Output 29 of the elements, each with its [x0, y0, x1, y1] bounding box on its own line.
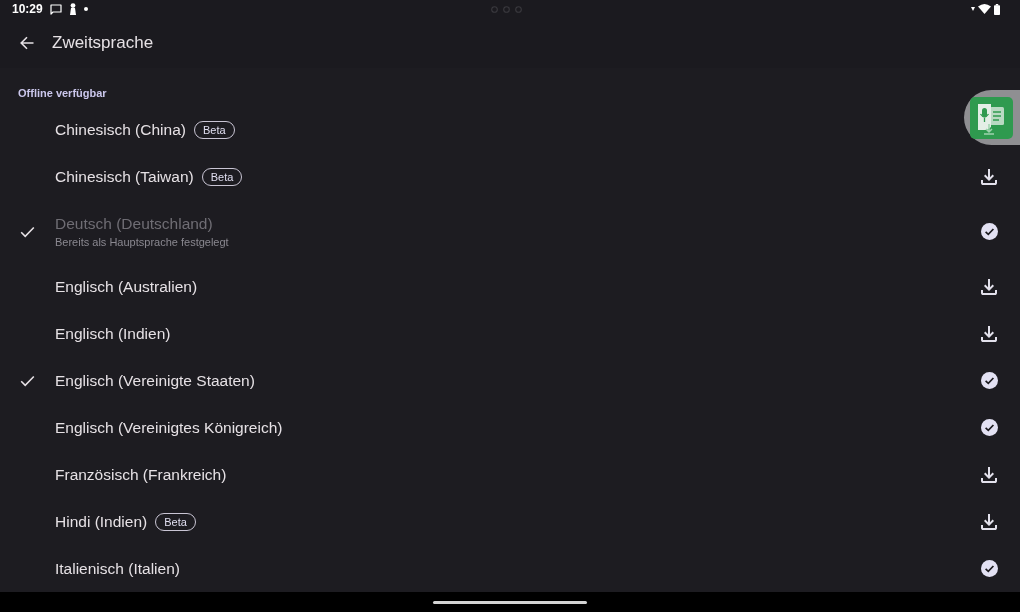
language-name[interactable]: Chinesisch (China): [55, 120, 186, 139]
voice-document-icon: [970, 96, 1013, 139]
home-handle[interactable]: [433, 600, 587, 604]
language-name[interactable]: Französisch (Frankreich): [55, 465, 227, 484]
download-icon[interactable]: [981, 513, 997, 530]
wifi-icon: [978, 4, 991, 14]
message-icon: [49, 3, 62, 15]
camera-dots-icon: [490, 5, 522, 13]
language-name[interactable]: Englisch (Australien): [55, 277, 198, 296]
page-title: Zweitsprache: [52, 33, 154, 53]
download-icon[interactable]: [981, 466, 997, 483]
section-header: Offline verfügbar: [17, 86, 108, 101]
back-button[interactable]: [18, 34, 36, 52]
back-arrow-icon: [20, 36, 34, 50]
language-name[interactable]: Hindi (Indien): [55, 512, 148, 531]
download-icon[interactable]: [981, 325, 997, 342]
language-name[interactable]: Englisch (Vereinigtes Königreich): [55, 418, 283, 437]
language-name[interactable]: Italienisch (Italien): [55, 559, 180, 578]
signal-icon: [971, 7, 975, 11]
language-name[interactable]: Chinesisch (Taiwan): [55, 167, 194, 186]
status-time: 10:29: [12, 2, 43, 16]
language-subtitle: Bereits als Hauptsprache festgelegt: [55, 236, 230, 248]
language-name[interactable]: Englisch (Indien): [55, 324, 171, 343]
download-icon[interactable]: [981, 168, 997, 185]
language-name[interactable]: Englisch (Vereinigte Staaten): [55, 371, 255, 390]
battery-icon: [994, 3, 1000, 15]
person-icon: [68, 3, 77, 15]
dot-icon: [83, 7, 88, 11]
download-icon[interactable]: [981, 278, 997, 295]
